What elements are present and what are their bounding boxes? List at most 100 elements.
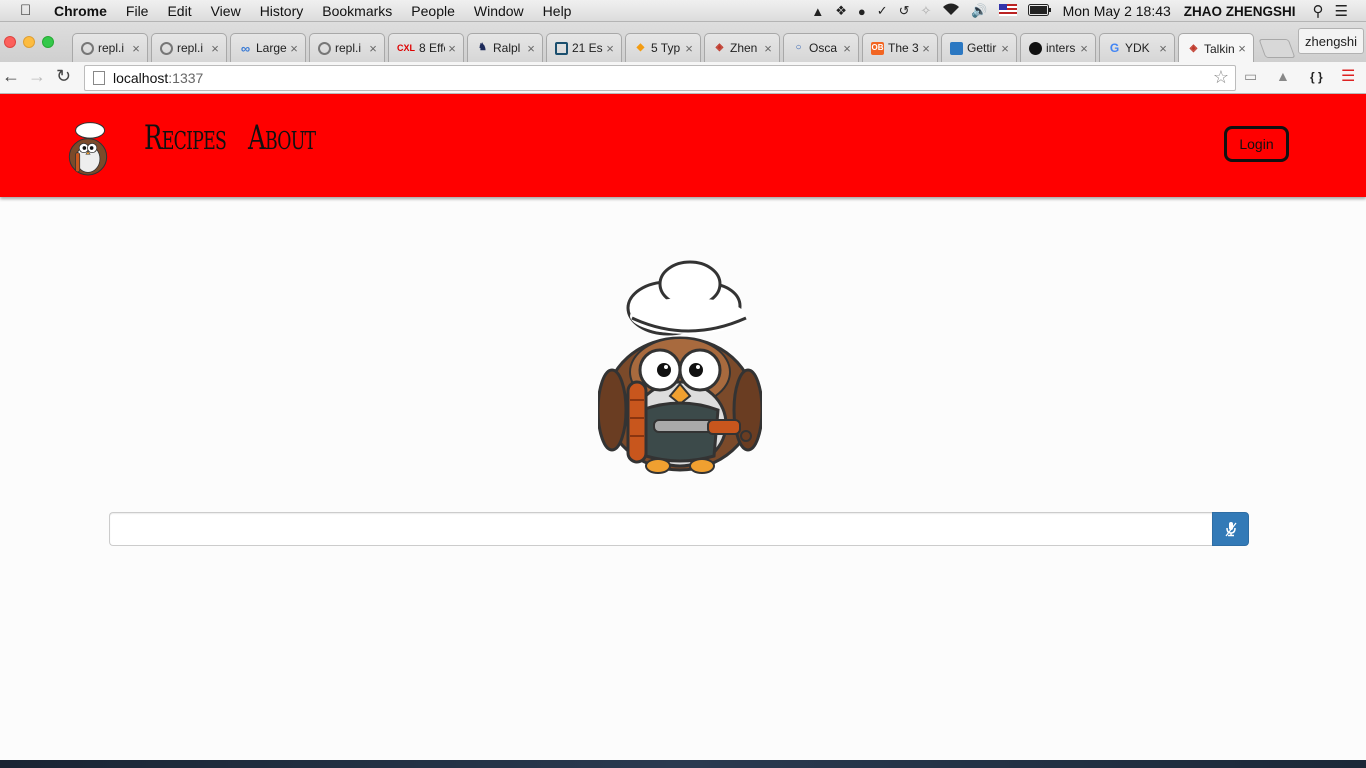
browser-tab[interactable]: ◈ Zhen × bbox=[704, 33, 780, 62]
battery-icon[interactable] bbox=[1027, 3, 1052, 19]
volume-icon[interactable]: 🔊 bbox=[971, 3, 987, 19]
minimize-window-button[interactable] bbox=[23, 36, 35, 48]
menubar-user[interactable]: ZHAO ZHENGSHI bbox=[1184, 4, 1296, 19]
browser-tab[interactable]: ○ Osca × bbox=[783, 33, 859, 62]
close-tab-icon[interactable]: × bbox=[208, 41, 222, 56]
tab-title: repl.i bbox=[98, 41, 125, 55]
browser-tab[interactable]: CXL 8 Effe × bbox=[388, 33, 464, 62]
checkmark-icon[interactable]: ✓ bbox=[877, 3, 888, 19]
menu-history[interactable]: History bbox=[260, 3, 304, 19]
page-icon bbox=[93, 71, 105, 85]
tab-title: 21 Es bbox=[572, 41, 603, 55]
repl-icon bbox=[81, 41, 94, 55]
browser-tab[interactable]: ◆ 5 Typ × bbox=[625, 33, 701, 62]
owl-chef-illustration bbox=[598, 260, 762, 474]
new-tab-button[interactable] bbox=[1258, 39, 1296, 58]
reload-icon[interactable]: ↻ bbox=[56, 66, 71, 87]
cast-icon[interactable]: ▭ bbox=[1244, 68, 1257, 85]
close-tab-icon[interactable]: × bbox=[445, 41, 459, 56]
cxl-icon: CXL bbox=[397, 42, 415, 53]
close-tab-icon[interactable]: × bbox=[682, 41, 696, 56]
browser-tab[interactable]: inters × bbox=[1020, 33, 1096, 62]
close-tab-icon[interactable]: × bbox=[129, 41, 143, 56]
bluetooth-icon[interactable]: ✧ bbox=[921, 3, 932, 19]
app-navbar: Recipes About Login bbox=[0, 94, 1366, 197]
chrome-menu-icon[interactable]: ☰ bbox=[1341, 66, 1355, 86]
tab-title: 5 Typ bbox=[651, 41, 681, 55]
tab-title: repl.i bbox=[177, 41, 204, 55]
menu-bookmarks[interactable]: Bookmarks bbox=[322, 3, 392, 19]
browser-tab[interactable]: OB The 3 × bbox=[862, 33, 938, 62]
close-tab-icon[interactable]: × bbox=[524, 41, 538, 56]
browser-tab[interactable]: repl.i × bbox=[72, 33, 148, 62]
apple-icon[interactable]:  bbox=[20, 2, 40, 19]
git-icon: ◈ bbox=[715, 42, 724, 53]
back-arrow-icon[interactable]: ← bbox=[2, 66, 20, 87]
github-icon bbox=[1029, 41, 1042, 55]
microphone-button[interactable] bbox=[1212, 512, 1249, 546]
close-tab-icon[interactable]: × bbox=[1156, 41, 1170, 56]
menu-help[interactable]: Help bbox=[543, 3, 572, 19]
json-viewer-icon[interactable]: { } bbox=[1310, 70, 1323, 84]
browser-toolbar: ← → ↻ localhost:1337 ☆ ▭ ▲ { } ☰ bbox=[0, 62, 1366, 94]
browser-tab[interactable]: ♞ Ralpl × bbox=[467, 33, 543, 62]
close-tab-icon[interactable]: × bbox=[840, 41, 854, 56]
forward-arrow-icon[interactable]: → bbox=[28, 66, 46, 87]
nav-link-recipes[interactable]: Recipes bbox=[144, 118, 227, 158]
menu-file[interactable]: File bbox=[126, 3, 149, 19]
address-bar[interactable]: localhost:1337 ☆ bbox=[84, 65, 1236, 91]
menu-app-name[interactable]: Chrome bbox=[54, 3, 107, 19]
notification-center-icon[interactable]: ☰ bbox=[1335, 2, 1348, 20]
menu-view[interactable]: View bbox=[211, 3, 241, 19]
menubar-clock[interactable]: Mon May 2 18:43 bbox=[1063, 3, 1171, 19]
browser-tab[interactable]: repl.i × bbox=[309, 33, 385, 62]
close-tab-icon[interactable]: × bbox=[998, 41, 1012, 56]
browser-tab[interactable]: G YDK × bbox=[1099, 33, 1175, 62]
google-icon: G bbox=[1109, 41, 1120, 55]
tab-title: Gettir bbox=[967, 41, 997, 55]
menu-edit[interactable]: Edit bbox=[167, 3, 191, 19]
wifi-icon[interactable] bbox=[942, 3, 960, 19]
flag-icon[interactable] bbox=[998, 3, 1017, 19]
tab-title: 8 Effe bbox=[419, 41, 445, 55]
dropbox-icon[interactable]: ❖ bbox=[835, 3, 847, 19]
drive-extension-icon[interactable]: ▲ bbox=[1276, 68, 1290, 84]
close-tab-icon[interactable]: × bbox=[366, 41, 380, 56]
browser-tab[interactable]: repl.i × bbox=[151, 33, 227, 62]
drive-icon[interactable]: ▲ bbox=[811, 4, 824, 19]
close-tab-icon[interactable]: × bbox=[603, 41, 617, 56]
evernote-icon[interactable]: ● bbox=[858, 4, 866, 19]
browser-tab-active[interactable]: ◈ Talkin × bbox=[1178, 33, 1254, 63]
ob-icon: OB bbox=[871, 41, 884, 55]
nav-link-about[interactable]: About bbox=[248, 118, 316, 158]
url-port: :1337 bbox=[168, 70, 204, 86]
owl-chef-logo[interactable] bbox=[66, 120, 110, 176]
menu-people[interactable]: People bbox=[411, 3, 455, 19]
search-input[interactable] bbox=[109, 512, 1212, 546]
spotlight-icon[interactable]: ⚲ bbox=[1313, 2, 1324, 20]
desktop-background-strip bbox=[0, 760, 1366, 768]
tab-title: Large bbox=[256, 41, 287, 55]
browser-tab[interactable]: Gettir × bbox=[941, 33, 1017, 62]
login-button[interactable]: Login bbox=[1224, 126, 1289, 162]
close-window-button[interactable] bbox=[4, 36, 16, 48]
close-tab-icon[interactable]: × bbox=[287, 41, 301, 56]
time-machine-icon[interactable]: ↺ bbox=[899, 3, 910, 19]
close-tab-icon[interactable]: × bbox=[761, 41, 775, 56]
bookmark-star-icon[interactable]: ☆ bbox=[1213, 67, 1229, 88]
macos-menubar:  Chrome File Edit View History Bookmark… bbox=[0, 0, 1366, 22]
close-tab-icon[interactable]: × bbox=[1077, 41, 1091, 56]
tab-title: The 3 bbox=[888, 41, 919, 55]
zoom-window-button[interactable] bbox=[42, 36, 54, 48]
menu-window[interactable]: Window bbox=[474, 3, 524, 19]
browser-tab[interactable]: 21 Es × bbox=[546, 33, 622, 62]
search-bar bbox=[109, 512, 1249, 546]
close-tab-icon[interactable]: × bbox=[919, 41, 933, 56]
profile-button[interactable]: zhengshi bbox=[1298, 28, 1365, 54]
circle-icon: ○ bbox=[795, 42, 802, 53]
microphone-icon bbox=[1224, 522, 1237, 537]
repl-icon bbox=[318, 41, 331, 55]
browser-tab[interactable]: ∞ Large × bbox=[230, 33, 306, 62]
close-tab-icon[interactable]: × bbox=[1235, 41, 1249, 56]
tab-title: Zhen bbox=[730, 41, 758, 55]
